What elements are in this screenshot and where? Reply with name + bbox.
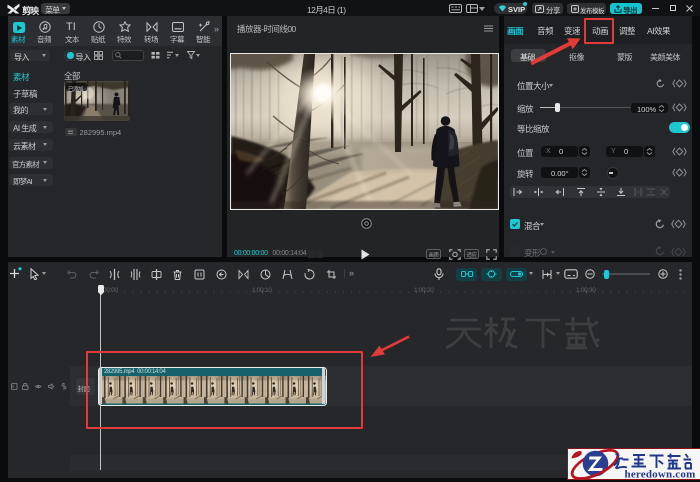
svg-text:heredown.com: heredown.com bbox=[625, 468, 696, 480]
